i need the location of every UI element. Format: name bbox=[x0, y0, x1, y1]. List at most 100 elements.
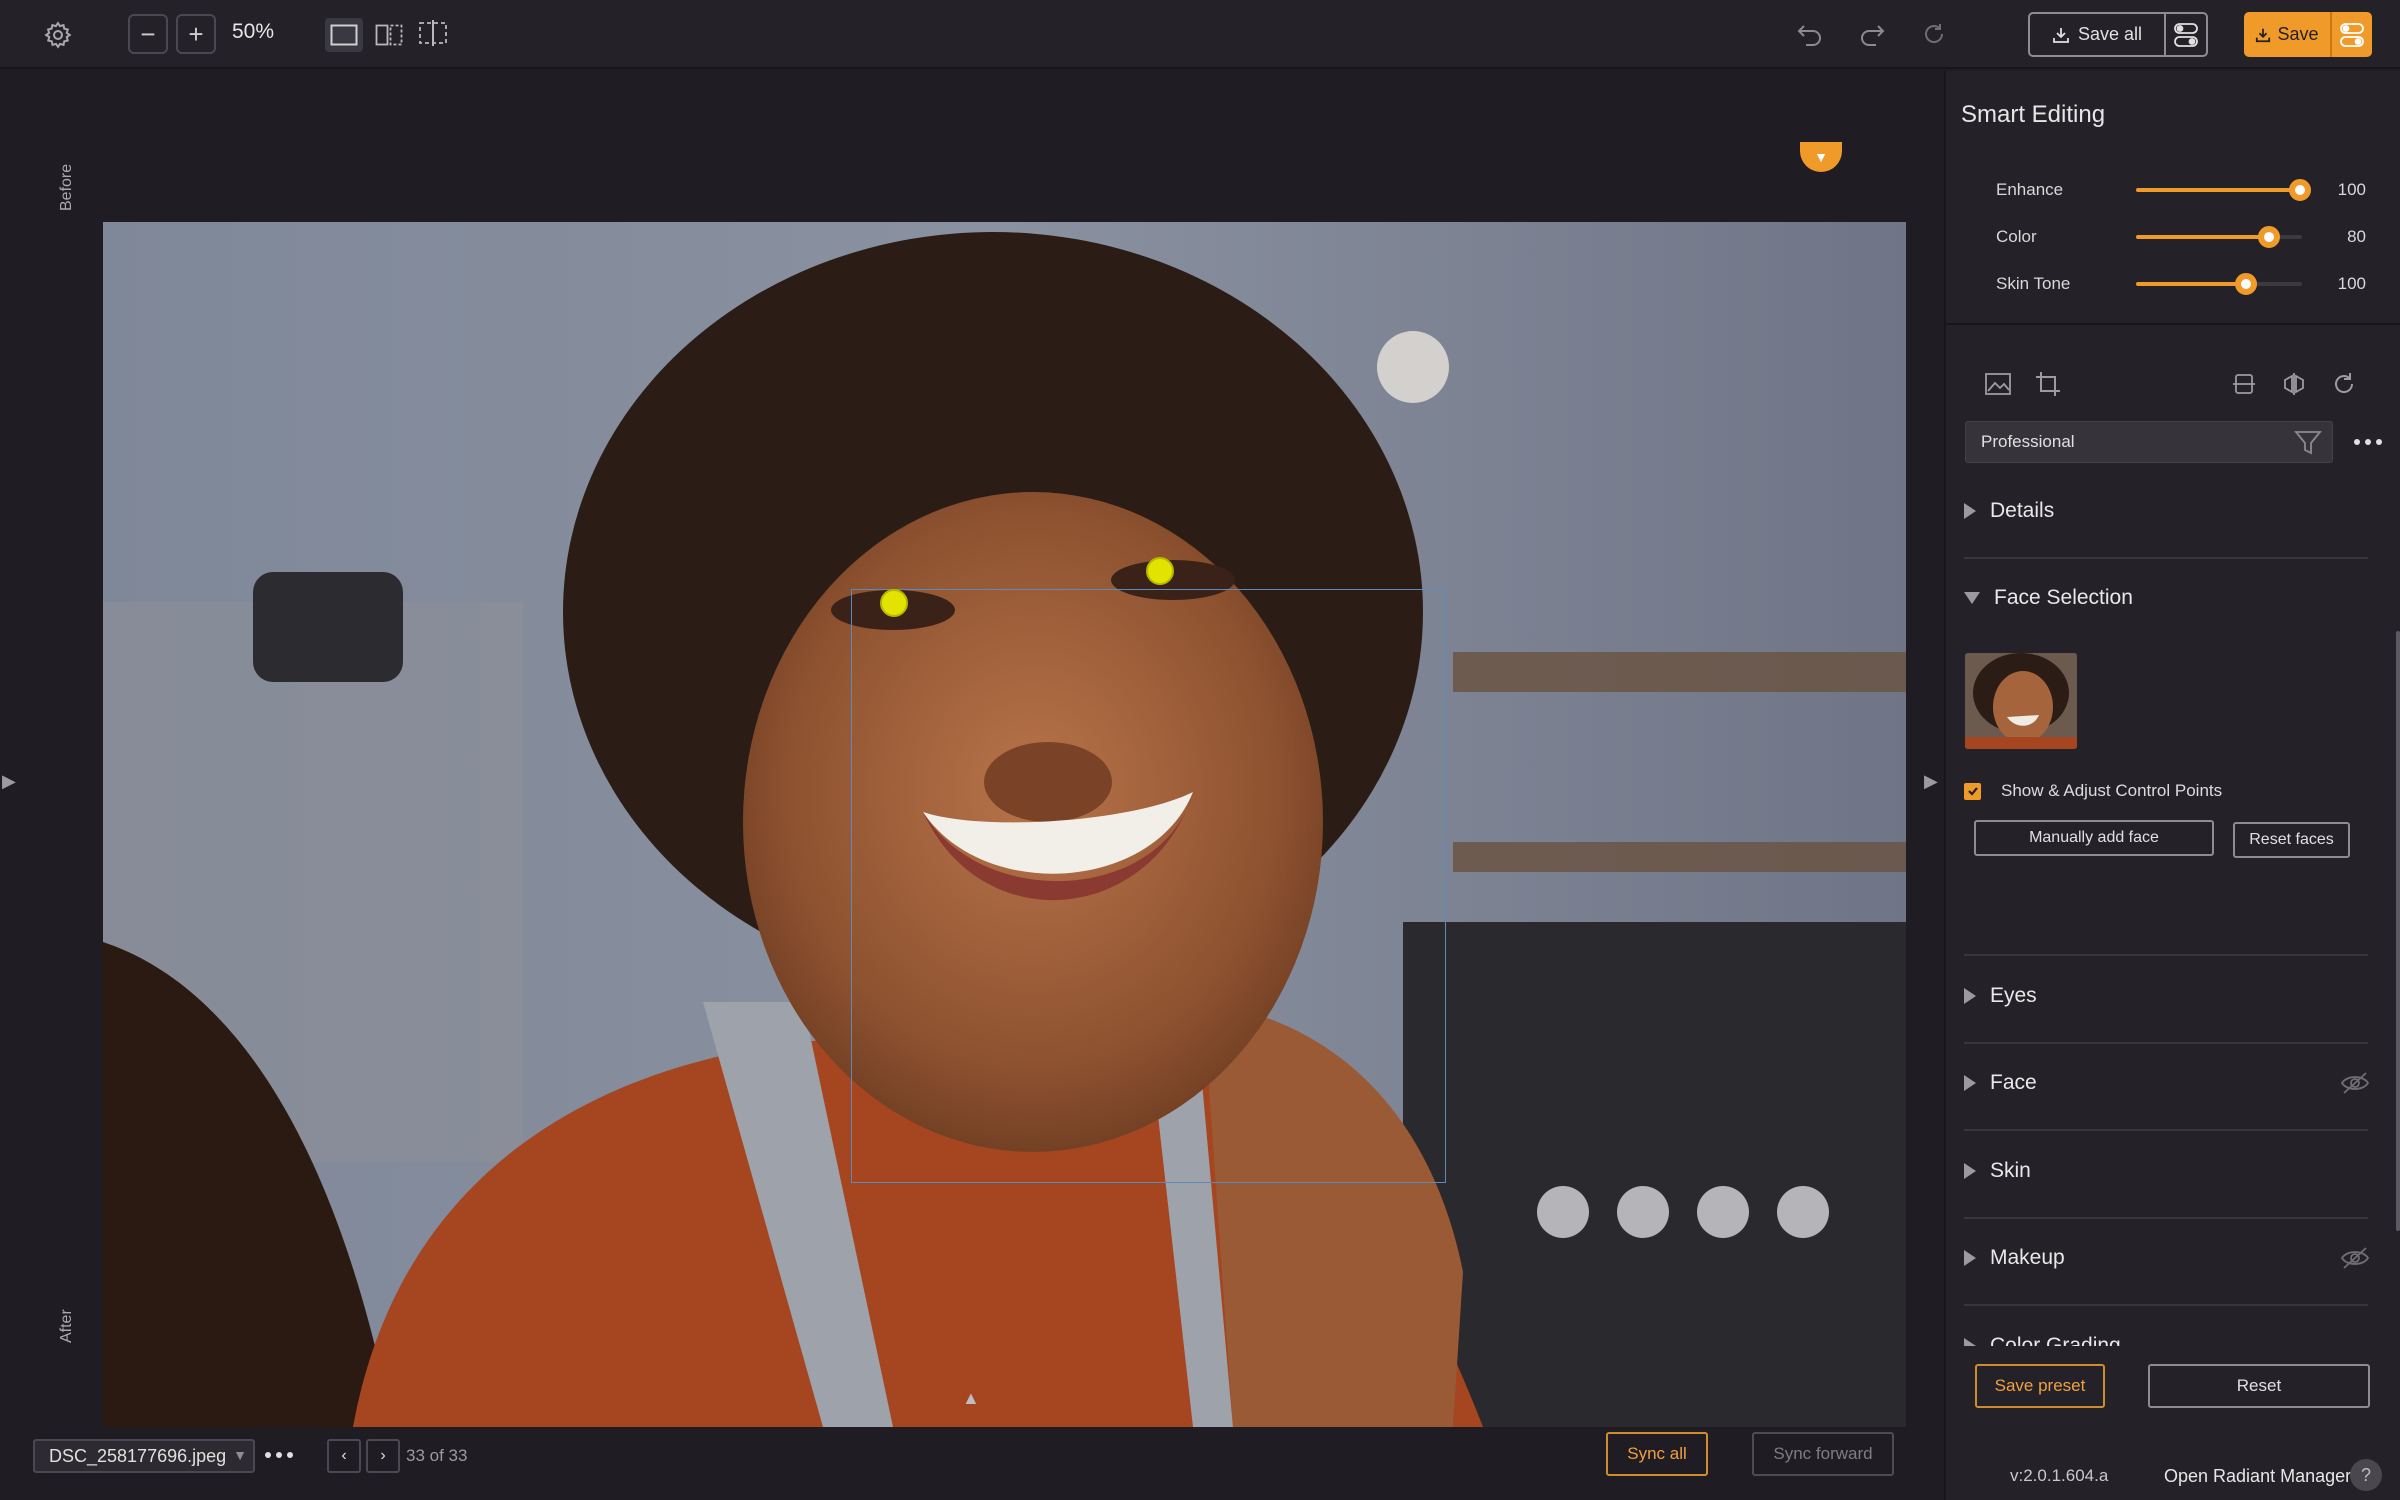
section-clip: Color Grading bbox=[1946, 1326, 2396, 1346]
save-options-toggle-icon[interactable] bbox=[2332, 12, 2372, 57]
section-details[interactable]: Details bbox=[1964, 499, 2054, 523]
save-all-label[interactable]: Save all bbox=[2030, 14, 2166, 55]
flip-icon[interactable] bbox=[2278, 368, 2310, 400]
straighten-icon[interactable] bbox=[2228, 368, 2260, 400]
section-title: Face bbox=[1990, 1071, 2037, 1094]
previous-image-button[interactable]: ‹ bbox=[327, 1439, 361, 1473]
rotate-icon[interactable] bbox=[2328, 368, 2360, 400]
next-image-button[interactable]: › bbox=[366, 1439, 400, 1473]
eye-off-icon[interactable] bbox=[2340, 1071, 2370, 1100]
preset-more-options-icon[interactable] bbox=[2354, 439, 2382, 445]
file-select[interactable]: DSC_258177696.jpeg ▼ bbox=[33, 1439, 255, 1473]
sync-all-button[interactable]: Sync all bbox=[1606, 1432, 1708, 1476]
expand-arrow-icon bbox=[1964, 503, 1976, 519]
expand-arrow-icon bbox=[1964, 1075, 1976, 1091]
slider-label: Skin Tone bbox=[1996, 274, 2071, 293]
save-label[interactable]: Save bbox=[2244, 12, 2332, 57]
divider bbox=[1964, 1217, 2368, 1219]
section-title: Face Selection bbox=[1994, 586, 2133, 609]
divider bbox=[1946, 323, 2400, 325]
color-slider[interactable]: Color 80 bbox=[1946, 222, 2400, 252]
crop-icon[interactable] bbox=[2032, 368, 2064, 400]
zoom-in-button[interactable]: + bbox=[176, 14, 216, 54]
right-eye-control-point[interactable] bbox=[1146, 557, 1174, 585]
slider-track[interactable] bbox=[2136, 273, 2302, 295]
download-icon bbox=[2053, 27, 2069, 43]
left-eye-control-point[interactable] bbox=[880, 589, 908, 617]
section-title: Skin bbox=[1990, 1159, 2031, 1182]
photo-preview[interactable] bbox=[103, 222, 1906, 1427]
save-button[interactable]: Save bbox=[2244, 12, 2372, 57]
redo-icon[interactable] bbox=[1852, 14, 1892, 54]
compare-marker-icon[interactable]: ▼ bbox=[1800, 142, 1842, 172]
before-label: Before bbox=[58, 163, 75, 211]
file-more-options-icon[interactable] bbox=[265, 1452, 293, 1458]
section-face[interactable]: Face bbox=[1964, 1071, 2037, 1095]
face-selection-box[interactable] bbox=[851, 589, 1446, 1183]
divider bbox=[1964, 557, 2368, 559]
slider-value: 80 bbox=[2347, 227, 2366, 246]
single-view-button[interactable] bbox=[325, 18, 363, 52]
preset-select[interactable]: Professional bbox=[1965, 421, 2333, 463]
split-view-button[interactable] bbox=[414, 16, 452, 50]
section-eyes[interactable]: Eyes bbox=[1964, 984, 2037, 1008]
collapse-arrow-icon bbox=[1964, 592, 1980, 604]
divider bbox=[1964, 1042, 2368, 1044]
save-preset-button[interactable]: Save preset bbox=[1975, 1364, 2105, 1408]
skin-tone-slider[interactable]: Skin Tone 100 bbox=[1946, 269, 2400, 299]
slider-track[interactable] bbox=[2136, 226, 2302, 248]
help-icon[interactable]: ? bbox=[2350, 1459, 2382, 1491]
divider bbox=[1964, 954, 2368, 956]
undo-icon[interactable] bbox=[1790, 14, 1830, 54]
side-by-side-view-button[interactable] bbox=[370, 18, 408, 52]
slider-label: Enhance bbox=[1996, 180, 2064, 199]
left-panel-expand-icon[interactable]: ▶ bbox=[2, 771, 16, 792]
slider-thumb[interactable] bbox=[2289, 179, 2312, 201]
panel-scrollbar[interactable] bbox=[2396, 631, 2400, 1231]
eye-off-icon[interactable] bbox=[2340, 1246, 2370, 1275]
section-title: Eyes bbox=[1990, 984, 2037, 1007]
section-skin[interactable]: Skin bbox=[1964, 1159, 2031, 1183]
download-icon bbox=[2256, 28, 2271, 42]
right-panel: Smart Editing Enhance 100 Color 80 Skin … bbox=[1944, 71, 2400, 1500]
section-title: Color Grading bbox=[1990, 1334, 2121, 1346]
version-text: v:2.0.1.604.a bbox=[2010, 1466, 2109, 1485]
section-color-grading[interactable]: Color Grading bbox=[1964, 1334, 2121, 1346]
slider-thumb[interactable] bbox=[2234, 273, 2257, 295]
save-text: Save bbox=[2277, 24, 2319, 44]
open-radiant-manager-link[interactable]: Open Radiant Manager bbox=[2164, 1466, 2351, 1487]
save-all-text: Save all bbox=[2077, 24, 2143, 44]
sync-forward-button[interactable]: Sync forward bbox=[1752, 1432, 1894, 1476]
preset-value: Professional bbox=[1981, 432, 2075, 451]
top-toolbar: − + 50% Save all Save bbox=[0, 0, 2400, 69]
after-label: After bbox=[58, 1309, 75, 1343]
section-face-selection[interactable]: Face Selection bbox=[1964, 586, 2133, 610]
section-title: Details bbox=[1990, 499, 2055, 522]
image-counter: 33 of 33 bbox=[406, 1446, 468, 1465]
enhance-slider[interactable]: Enhance 100 bbox=[1946, 175, 2400, 205]
filter-icon[interactable] bbox=[2294, 428, 2322, 461]
image-icon[interactable] bbox=[1982, 368, 2014, 400]
filmstrip-expand-icon[interactable]: ▲ bbox=[962, 1388, 980, 1409]
face-thumbnail[interactable] bbox=[1965, 653, 2077, 749]
show-control-points-checkbox[interactable] bbox=[1964, 782, 1981, 800]
slider-track[interactable] bbox=[2136, 179, 2312, 201]
reset-button[interactable]: Reset bbox=[2148, 1364, 2370, 1408]
right-panel-collapse-icon[interactable]: ▶ bbox=[1924, 771, 1938, 792]
gear-icon[interactable] bbox=[38, 15, 78, 55]
zoom-out-button[interactable]: − bbox=[128, 14, 168, 54]
manually-add-face-button[interactable]: Manually add face bbox=[1974, 820, 2214, 856]
expand-arrow-icon bbox=[1964, 1338, 1976, 1346]
save-all-button[interactable]: Save all bbox=[2028, 12, 2208, 57]
save-all-options-toggle-icon[interactable] bbox=[2166, 14, 2206, 55]
expand-arrow-icon bbox=[1964, 1163, 1976, 1179]
section-makeup[interactable]: Makeup bbox=[1964, 1246, 2065, 1270]
refresh-icon[interactable] bbox=[1914, 14, 1954, 54]
slider-thumb[interactable] bbox=[2257, 226, 2280, 248]
app-window: − + 50% Save all Save Before After ▶ ▶ ▼… bbox=[0, 0, 2400, 1500]
reset-faces-button[interactable]: Reset faces bbox=[2233, 822, 2350, 858]
file-name: DSC_258177696.jpeg bbox=[49, 1445, 227, 1466]
expand-arrow-icon bbox=[1964, 1250, 1976, 1266]
show-control-points-row[interactable]: Show & Adjust Control Points bbox=[1964, 781, 2222, 801]
panel-title: Smart Editing bbox=[1961, 101, 2106, 128]
